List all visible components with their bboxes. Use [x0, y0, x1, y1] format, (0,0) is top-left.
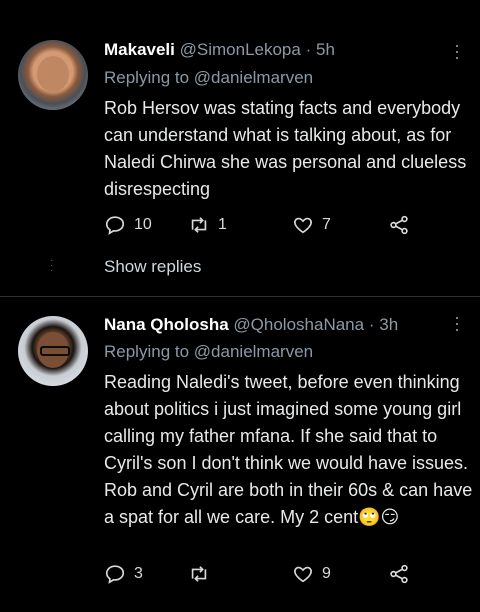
- like-icon: [294, 566, 312, 583]
- retweet-button[interactable]: 1: [188, 214, 227, 236]
- tweet-header: Makaveli @SimonLekopa · 5h: [104, 40, 335, 60]
- avatar-face: [37, 56, 69, 92]
- like-button[interactable]: 7: [292, 214, 331, 236]
- timestamp[interactable]: 5h: [316, 40, 335, 59]
- tweet-text: Rob Hersov was stating facts and everybo…: [104, 98, 467, 199]
- reply-count: 10: [134, 216, 152, 233]
- replying-prefix: Replying to: [104, 68, 190, 87]
- retweet-count: 1: [218, 216, 227, 233]
- tweet-header: Nana Qholosha @QholoshaNana · 3h: [104, 315, 398, 335]
- display-name[interactable]: Makaveli: [104, 40, 175, 59]
- like-icon: [294, 217, 312, 234]
- reply-icon: [105, 216, 125, 235]
- share-icon: [390, 215, 408, 235]
- like-count: 9: [322, 565, 331, 582]
- retweet-icon: [191, 566, 207, 582]
- replying-prefix: Replying to: [104, 342, 190, 361]
- divider: [0, 296, 480, 297]
- reply-button[interactable]: 10: [104, 214, 152, 236]
- mention-link[interactable]: @danielmarven: [194, 68, 313, 87]
- more-icon[interactable]: · · ·: [454, 36, 460, 66]
- show-replies-link[interactable]: Show replies: [104, 257, 201, 277]
- reply-button[interactable]: 3: [104, 563, 143, 585]
- like-button[interactable]: 9: [292, 563, 331, 585]
- retweet-icon: [191, 217, 207, 233]
- avatar[interactable]: [18, 316, 88, 386]
- tweet-makaveli[interactable]: Makaveli @SimonLekopa · 5h · · · Replying …: [0, 0, 480, 296]
- action-bar: 10 1 7: [104, 214, 444, 238]
- avatar[interactable]: [18, 40, 88, 110]
- like-count: 7: [322, 216, 331, 233]
- reply-icon: [105, 565, 125, 584]
- mention-link[interactable]: @danielmarven: [194, 342, 313, 361]
- replying-to: Replying to @danielmarven: [104, 68, 313, 88]
- replying-to: Replying to @danielmarven: [104, 342, 313, 362]
- share-button[interactable]: [388, 214, 410, 236]
- tweet-text: Reading Naledi's tweet, before even thin…: [104, 372, 473, 527]
- separator: ·: [368, 315, 375, 334]
- more-icon[interactable]: · · ·: [454, 308, 460, 338]
- share-button[interactable]: [388, 563, 410, 585]
- action-bar: 3 9: [104, 563, 444, 587]
- reply-count: 3: [134, 565, 143, 582]
- thread-dots: · · ·: [50, 255, 54, 276]
- avatar-glasses: [40, 346, 70, 356]
- display-name[interactable]: Nana Qholosha: [104, 315, 229, 334]
- handle[interactable]: @QholoshaNana: [233, 315, 364, 334]
- share-icon: [390, 564, 408, 584]
- separator: ·: [305, 40, 312, 59]
- handle[interactable]: @SimonLekopa: [180, 40, 301, 59]
- retweet-button[interactable]: [188, 563, 218, 585]
- timestamp[interactable]: 3h: [379, 315, 398, 334]
